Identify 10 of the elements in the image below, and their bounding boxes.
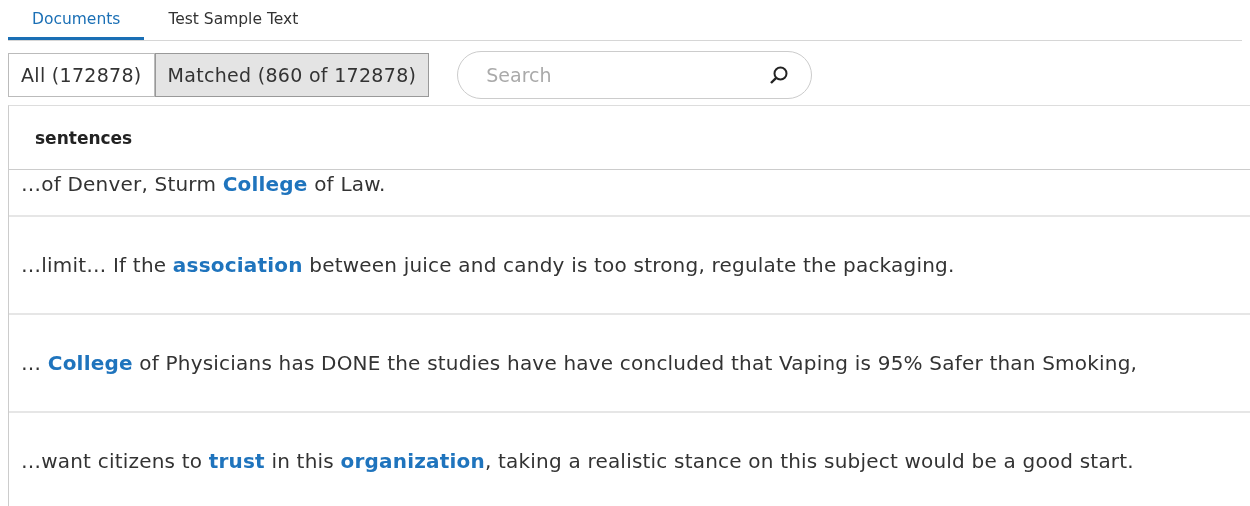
search-field[interactable]: Search — [457, 51, 813, 99]
column-header: sentences — [34, 127, 133, 148]
sentence-cell-text: …want citizens to trust in this organization, taking a realistic stance on this subject would be a good start. — [20, 449, 1134, 473]
tab[interactable]: Test Sample Text — [144, 0, 323, 40]
tab[interactable]: Documents — [8, 0, 145, 40]
sentence-cell-text: …of Denver, Sturm College of Law. — [20, 172, 386, 196]
sentence-cell-text: …limit… If the association between juice and candy is too strong, regulate the packaging. — [20, 253, 955, 277]
sentence-cell-text: … College of Physicians has DONE the studies have have concluded that Vaping is 95% Safer than Smoking, — [20, 351, 1138, 375]
filter-button[interactable]: Matched (860 of 172878) — [154, 53, 430, 97]
filter-button[interactable]: All (172878) — [8, 53, 155, 97]
